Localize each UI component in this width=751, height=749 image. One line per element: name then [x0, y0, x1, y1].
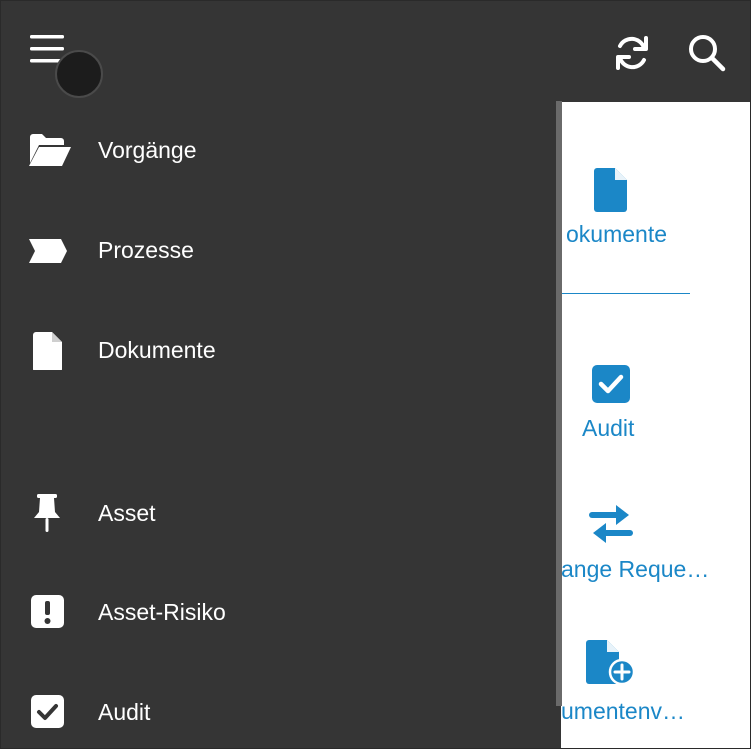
app-window: okumente Audit ange Reque… umentenv… Vor…: [0, 0, 751, 749]
exchange-arrows-icon: [589, 505, 633, 543]
nav-item-prozesse[interactable]: Prozesse: [1, 219, 556, 279]
tile-divider: [561, 293, 690, 294]
nav-item-audit[interactable]: Audit: [1, 681, 556, 741]
touch-ripple: [55, 50, 103, 98]
search-button[interactable]: [685, 31, 729, 75]
file-icon: [33, 332, 62, 370]
tile-dokumente[interactable]: okumente: [561, 162, 750, 252]
tile-audit[interactable]: Audit: [561, 362, 750, 447]
tile-label: okumente: [566, 221, 668, 247]
nav-item-vorgaenge[interactable]: Vorgänge: [1, 119, 556, 179]
folder-open-icon: [29, 134, 71, 166]
tile-label: ange Reque…: [561, 556, 710, 582]
pushpin-icon: [34, 494, 60, 532]
exclamation-square-icon: [31, 595, 64, 628]
chevron-flag-icon: [29, 239, 67, 263]
check-square-icon: [592, 365, 630, 403]
nav-item-label: Asset: [98, 500, 156, 526]
nav-item-label: Audit: [98, 699, 151, 725]
navigation-drawer: Vorgänge Prozesse Dokumente Asset Asset-…: [1, 101, 556, 748]
nav-item-asset-risiko[interactable]: Asset-Risiko: [1, 581, 556, 641]
top-app-bar: [1, 1, 750, 101]
sync-button[interactable]: [610, 31, 654, 75]
tile-dokumentenvorlage[interactable]: umentenv…: [561, 640, 750, 730]
search-icon: [689, 35, 726, 72]
nav-item-label: Vorgänge: [98, 137, 197, 163]
nav-item-label: Prozesse: [98, 237, 194, 263]
check-square-icon: [31, 695, 64, 728]
nav-item-asset[interactable]: Asset: [1, 482, 556, 542]
tile-label: umentenv…: [561, 698, 686, 724]
file-plus-icon: [586, 640, 636, 686]
nav-item-label: Dokumente: [98, 337, 216, 363]
tile-label: Audit: [582, 415, 635, 441]
drawer-scrollbar[interactable]: [556, 101, 562, 706]
tile-change-request[interactable]: ange Reque…: [561, 502, 750, 587]
nav-item-label: Asset-Risiko: [98, 599, 226, 625]
dashboard-panel: okumente Audit ange Reque… umentenv…: [561, 102, 750, 748]
sync-icon: [616, 36, 648, 70]
file-icon: [594, 168, 627, 212]
nav-item-dokumente[interactable]: Dokumente: [1, 319, 556, 379]
